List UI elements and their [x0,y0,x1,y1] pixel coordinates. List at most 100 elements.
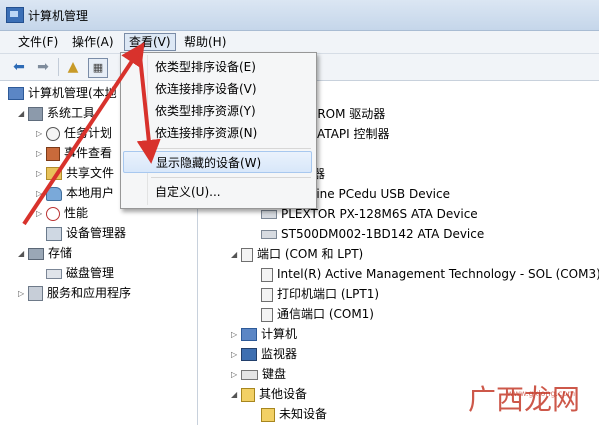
expand-triangle-icon[interactable]: ▷ [231,365,241,385]
drive-icon [261,210,277,219]
device-item-com1[interactable]: 通信端口 (COM1) [261,304,374,324]
port-icon [261,267,273,282]
device-label: 监视器 [261,347,298,361]
tree-row-partial[interactable]: line PCedu USB Device [313,184,450,204]
unknown-device-icon [261,407,275,422]
event-log-icon [46,146,60,161]
tree-label: 本地用户 [66,186,115,200]
tree-item-task-scheduler[interactable]: ▷ 任务计划 [36,123,112,143]
tree-row-partial[interactable]: -ROM 驱动器 [313,104,385,124]
menu-file[interactable]: 文件(F) [14,34,62,50]
menu-help[interactable]: 帮助(H) [180,34,230,50]
device-group-ports[interactable]: ◢ 端口 (COM 和 LPT) [231,244,363,264]
menu-bar: 文件(F) 操作(A) 查看(V) 帮助(H) [0,31,599,54]
device-group-other[interactable]: ◢ 其他设备 [231,384,307,404]
drive-icon [261,230,277,239]
shared-folder-icon [46,167,62,180]
device-label: 端口 (COM 和 LPT) [257,247,364,261]
expand-triangle-icon[interactable]: ▷ [36,204,46,224]
monitor-icon [241,348,257,361]
tree-item-disk-management[interactable]: 磁盘管理 [46,263,114,283]
clock-icon [46,126,60,141]
device-label: 其他设备 [259,387,308,401]
device-label: ST500DM002-1BD142 ATA Device [281,227,485,241]
device-group-keyboards[interactable]: ▷ 键盘 [231,364,286,384]
collapse-triangle-icon[interactable]: ◢ [231,245,241,265]
menu-separator [151,148,311,149]
watermark-url: www.gxlong.com [507,389,576,398]
expand-triangle-icon[interactable]: ▷ [36,144,46,164]
tree-label: 共享文件 [66,166,115,180]
expand-triangle-icon[interactable]: ▷ [36,184,46,204]
tree-label: 计算机管理(本地 [28,86,117,100]
menu-item-sort-resources-by-connection[interactable]: 依连接排序资源(N) [123,122,312,144]
tree-item-performance[interactable]: ▷ 性能 [36,203,88,223]
storage-icon [28,247,44,260]
device-label: 键盘 [262,367,287,381]
device-label: Intel(R) Active Management Technology - … [277,267,599,281]
expand-triangle-icon[interactable]: ▷ [36,124,46,144]
port-icon [241,247,253,262]
device-label: 计算机 [261,327,298,341]
device-manager-icon [46,226,62,241]
computer-icon [8,87,24,100]
collapse-triangle-icon[interactable]: ◢ [231,385,241,405]
collapse-triangle-icon[interactable]: ◢ [18,244,28,264]
warning-device-icon [241,387,255,402]
device-item-unknown[interactable]: 未知设备 [261,404,327,424]
tree-row-partial[interactable]: /ATAPI 控制器 [313,124,390,144]
menu-item-show-hidden-devices[interactable]: 显示隐藏的设备(W) [123,151,312,173]
menu-item-customize[interactable]: 自定义(U)... [123,181,312,203]
performance-icon [46,206,60,221]
device-label: 未知设备 [279,407,328,421]
tree-label: 系统工具 [47,106,96,120]
tree-label: 事件查看 [64,146,113,160]
tree-item-services-apps[interactable]: ▷ 服务和应用程序 [18,283,131,303]
show-hide-console-tree-icon[interactable]: ▦ [88,58,108,78]
device-label: 通信端口 (COM1) [277,307,374,321]
window-title: 计算机管理 [28,9,89,23]
toolbar-separator [58,58,59,76]
device-item-intel-amt[interactable]: Intel(R) Active Management Technology - … [261,264,599,284]
menu-view[interactable]: 查看(V) [124,33,176,51]
services-icon [28,286,43,301]
tree-label: 存储 [48,246,73,260]
expand-triangle-icon[interactable]: ▷ [231,325,241,345]
collapse-triangle-icon[interactable]: ◢ [18,104,28,124]
computer-icon [241,328,257,341]
keyboard-icon [241,369,258,380]
computer-management-icon [6,7,24,23]
tree-item-system-tools[interactable]: ◢ 系统工具 [18,103,95,123]
up-folder-icon[interactable]: ▲ [64,58,82,76]
menu-item-sort-devices-by-connection[interactable]: 依连接排序设备(V) [123,78,312,100]
view-dropdown-menu: 依类型排序设备(E) 依连接排序设备(V) 依类型排序资源(Y) 依连接排序资源… [120,52,317,209]
menu-separator [151,177,311,178]
tree-item-event-viewer[interactable]: ▷ 事件查看 [36,143,112,163]
menu-item-sort-devices-by-type[interactable]: 依类型排序设备(E) [123,56,312,78]
device-label: 打印机端口 (LPT1) [277,287,380,301]
forward-arrow-icon[interactable]: ➡ [34,58,52,76]
menu-item-sort-resources-by-type[interactable]: 依类型排序资源(Y) [123,100,312,122]
tree-label: 服务和应用程序 [47,286,132,300]
expand-triangle-icon[interactable]: ▷ [231,345,241,365]
tree-item-storage[interactable]: ◢ 存储 [18,243,72,263]
device-group-computer[interactable]: ▷ 计算机 [231,324,297,344]
device-item-lpt1[interactable]: 打印机端口 (LPT1) [261,284,379,304]
system-tools-icon [28,106,43,121]
device-item-st500[interactable]: ST500DM002-1BD142 ATA Device [261,224,484,244]
tree-item-local-users[interactable]: ▷ 本地用户 [36,183,114,203]
tree-root[interactable]: 计算机管理(本地 [8,83,117,103]
device-group-monitors[interactable]: ▷ 监视器 [231,344,297,364]
expand-triangle-icon[interactable]: ▷ [36,164,46,184]
tree-label: 设备管理器 [66,226,127,240]
tree-item-device-manager[interactable]: 设备管理器 [46,223,126,243]
title-bar: 计算机管理 [0,0,599,31]
back-arrow-icon[interactable]: ⬅ [10,58,28,76]
tree-item-shared-folders[interactable]: ▷ 共享文件 [36,163,114,183]
expand-triangle-icon[interactable]: ▷ [18,284,28,304]
port-icon [261,307,273,322]
device-label: PLEXTOR PX-128M6S ATA Device [281,207,478,221]
menu-action[interactable]: 操作(A) [68,34,118,50]
port-icon [261,287,273,302]
users-icon [46,186,62,201]
